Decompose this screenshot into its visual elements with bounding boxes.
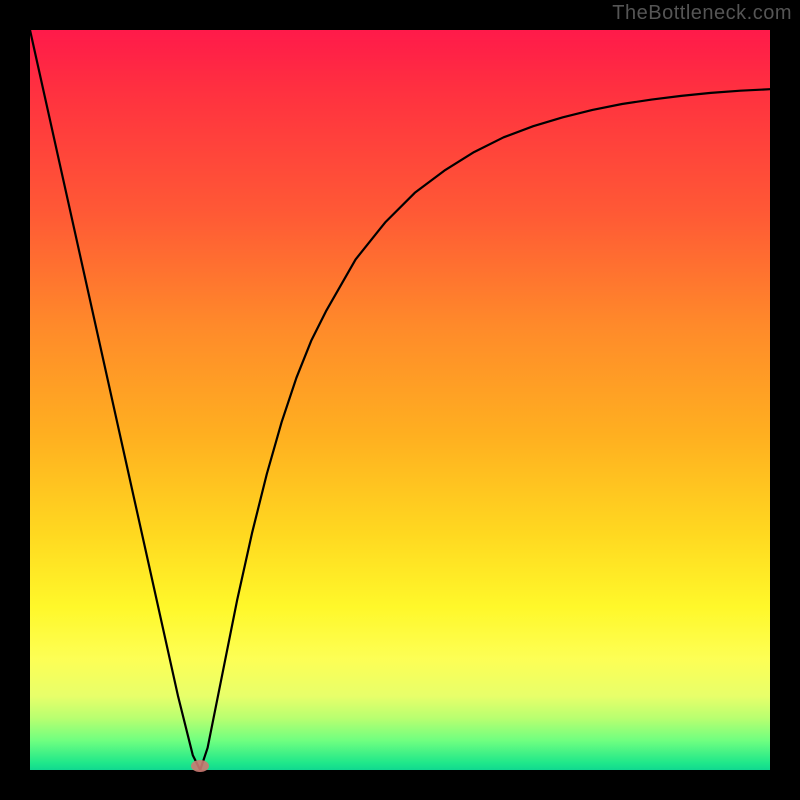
watermark-text: TheBottleneck.com — [612, 2, 792, 25]
bottleneck-curve — [30, 30, 770, 770]
chart-frame: TheBottleneck.com — [0, 0, 800, 800]
plot-area — [30, 30, 770, 770]
min-marker — [191, 760, 209, 772]
